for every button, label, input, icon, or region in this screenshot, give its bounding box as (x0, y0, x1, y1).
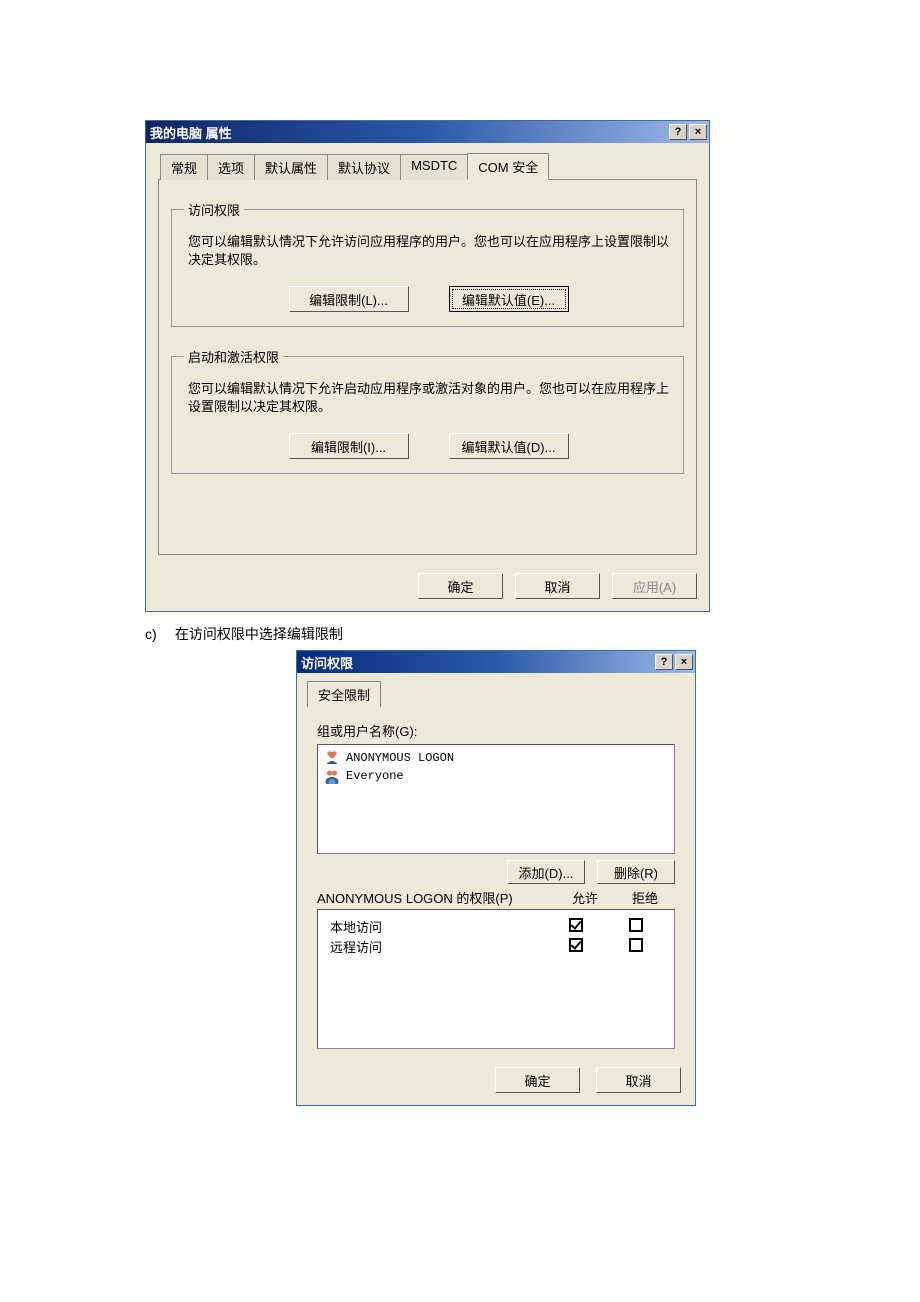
tab-strip: 安全限制 (297, 673, 695, 707)
group-user-label: 组或用户名称(G): (317, 721, 675, 740)
panel: 组或用户名称(G): ANONYMOUS LOGON Everyone 添加(D… (307, 707, 685, 1049)
tab-strip: 常规 选项 默认属性 默认协议 MSDTC COM 安全 (158, 153, 697, 179)
perm-name: 本地访问 (330, 917, 546, 936)
access-edit-default-button[interactable]: 编辑默认值(E)... (449, 286, 569, 312)
tab-default-props[interactable]: 默认属性 (254, 154, 328, 180)
user-icon (324, 750, 340, 766)
cancel-button[interactable]: 取消 (515, 573, 600, 599)
launch-edit-default-button[interactable]: 编辑默认值(D)... (449, 433, 569, 459)
tab-options[interactable]: 选项 (207, 154, 255, 180)
dialog-footer: 确定 取消 (297, 1049, 695, 1105)
close-button[interactable]: × (689, 124, 707, 140)
deny-checkbox[interactable] (629, 938, 643, 952)
instruction-caption: c) 在访问权限中选择编辑限制 (145, 624, 920, 644)
close-button[interactable]: × (675, 654, 693, 670)
dialog-title: 我的电脑 属性 (150, 123, 667, 142)
titlebar: 我的电脑 属性 ? × (146, 121, 709, 143)
list-item[interactable]: Everyone (322, 767, 670, 785)
properties-dialog: 我的电脑 属性 ? × 常规 选项 默认属性 默认协议 MSDTC COM 安全… (145, 120, 710, 612)
tab-general[interactable]: 常规 (160, 154, 208, 180)
add-button[interactable]: 添加(D)... (507, 860, 585, 884)
tab-panel: 访问权限 您可以编辑默认情况下允许访问应用程序的用户。您也可以在应用程序上设置限… (158, 179, 697, 555)
access-desc: 您可以编辑默认情况下允许访问应用程序的用户。您也可以在应用程序上设置限制以决定其… (188, 233, 673, 268)
list-item-label: Everyone (346, 769, 404, 783)
access-permissions-dialog: 访问权限 ? × 安全限制 组或用户名称(G): ANONYMOUS LOGON (296, 650, 696, 1106)
cancel-button[interactable]: 取消 (596, 1067, 681, 1093)
help-button[interactable]: ? (669, 124, 687, 140)
caption-ordinal: c) (145, 626, 171, 642)
titlebar: 访问权限 ? × (297, 651, 695, 673)
table-row: 远程访问 (330, 936, 666, 956)
table-row: 本地访问 (330, 916, 666, 936)
launch-legend: 启动和激活权限 (184, 347, 283, 366)
permissions-listbox: 本地访问 远程访问 (317, 909, 675, 1049)
perm-name: 远程访问 (330, 937, 546, 956)
launch-desc: 您可以编辑默认情况下允许启动应用程序或激活对象的用户。您也可以在应用程序上设置限… (188, 380, 673, 415)
remove-button[interactable]: 删除(R) (597, 860, 675, 884)
allow-checkbox[interactable] (569, 938, 583, 952)
permissions-for-label: ANONYMOUS LOGON 的权限(P) (317, 888, 555, 907)
list-item-label: ANONYMOUS LOGON (346, 751, 454, 765)
group-icon (324, 768, 340, 784)
ok-button[interactable]: 确定 (495, 1067, 580, 1093)
access-edit-limits-button[interactable]: 编辑限制(L)... (289, 286, 409, 312)
launch-edit-limits-button[interactable]: 编辑限制(I)... (289, 433, 409, 459)
user-listbox[interactable]: ANONYMOUS LOGON Everyone (317, 744, 675, 854)
dialog-footer: 确定 取消 应用(A) (146, 563, 709, 611)
ok-button[interactable]: 确定 (418, 573, 503, 599)
list-item[interactable]: ANONYMOUS LOGON (322, 749, 670, 767)
access-legend: 访问权限 (184, 200, 244, 219)
deny-header: 拒绝 (615, 888, 675, 907)
deny-checkbox[interactable] (629, 918, 643, 932)
tab-msdtc[interactable]: MSDTC (400, 154, 468, 180)
apply-button[interactable]: 应用(A) (612, 573, 697, 599)
help-button[interactable]: ? (655, 654, 673, 670)
access-permissions-group: 访问权限 您可以编辑默认情况下允许访问应用程序的用户。您也可以在应用程序上设置限… (171, 200, 684, 327)
launch-permissions-group: 启动和激活权限 您可以编辑默认情况下允许启动应用程序或激活对象的用户。您也可以在… (171, 347, 684, 474)
allow-checkbox[interactable] (569, 918, 583, 932)
tab-security-limits[interactable]: 安全限制 (307, 681, 381, 707)
caption-text: 在访问权限中选择编辑限制 (175, 626, 343, 642)
tab-default-proto[interactable]: 默认协议 (327, 154, 401, 180)
dialog-title: 访问权限 (301, 653, 653, 672)
allow-header: 允许 (555, 888, 615, 907)
tab-com-security[interactable]: COM 安全 (467, 153, 549, 180)
